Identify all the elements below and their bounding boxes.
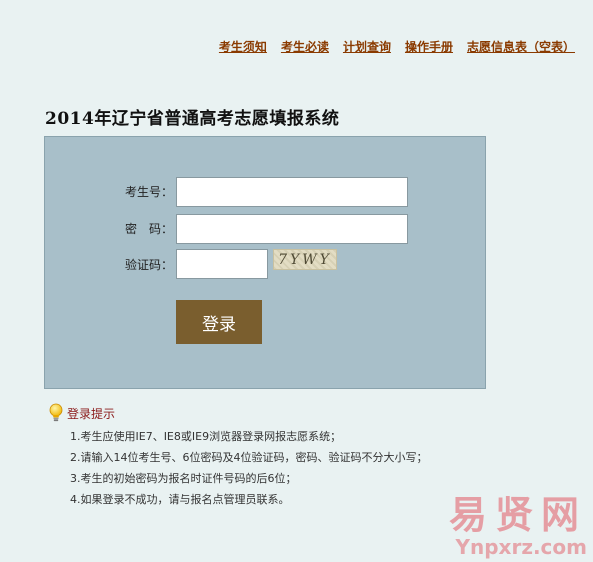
nav-link-plan-query[interactable]: 计划查询 <box>343 38 391 55</box>
watermark-chinese: 易贤网 <box>448 493 587 537</box>
exam-number-input[interactable] <box>176 177 408 207</box>
login-panel: 考生号： 密 码： 验证码： 7YWY 登录 <box>44 136 486 389</box>
site-watermark: 易贤网 Ynpxrz.com <box>449 494 587 558</box>
tip-item: 1.考生应使用IE7、IE8或IE9浏览器登录网报志愿系统； <box>70 430 342 443</box>
tip-item: 3.考生的初始密码为报名时证件号码的后6位； <box>70 472 297 485</box>
lightbulb-icon <box>49 403 63 422</box>
login-tips-header: 登录提示 <box>48 403 115 423</box>
password-label: 密 码： <box>125 222 174 236</box>
exam-number-label: 考生号： <box>125 185 174 199</box>
page-title: 2014年辽宁省普通高考志愿填报系统 <box>45 109 340 129</box>
nav-link-manual[interactable]: 操作手册 <box>405 38 453 55</box>
nav-link-must-read[interactable]: 考生必读 <box>281 38 329 55</box>
password-input[interactable] <box>176 214 408 244</box>
captcha-image[interactable]: 7YWY <box>273 249 337 270</box>
captcha-input[interactable] <box>176 249 268 279</box>
captcha-label: 验证码： <box>125 258 174 272</box>
watermark-url: Ynpxrz.com <box>455 535 587 559</box>
nav-link-exam-notice[interactable]: 考生须知 <box>219 38 267 55</box>
login-tips-title: 登录提示 <box>67 406 116 421</box>
tip-item: 4.如果登录不成功，请与报名点管理员联系。 <box>70 493 290 506</box>
nav-link-blank-form[interactable]: 志愿信息表（空表） <box>467 38 575 55</box>
login-button[interactable]: 登录 <box>176 300 262 344</box>
tip-item: 2.请输入14位考生号、6位密码及4位验证码，密码、验证码不分大小写； <box>70 451 428 464</box>
top-navigation: 考生须知 考生必读 计划查询 操作手册 志愿信息表（空表） <box>219 38 575 55</box>
login-tips-list: 1.考生应使用IE7、IE8或IE9浏览器登录网报志愿系统； 2.请输入14位考… <box>70 426 428 510</box>
